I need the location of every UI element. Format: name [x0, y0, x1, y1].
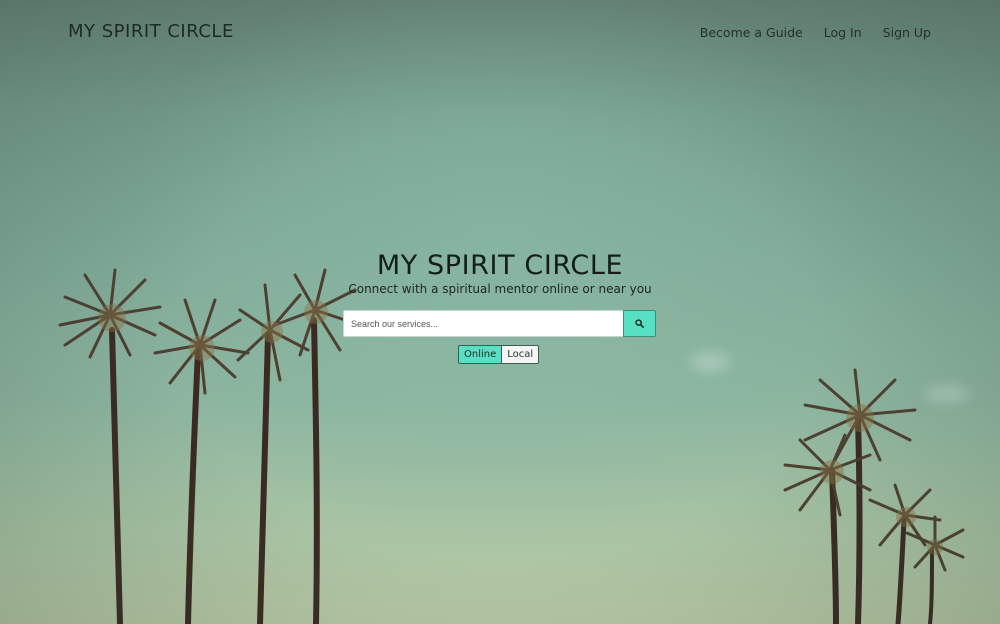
toggle-online[interactable]: Online — [459, 346, 503, 363]
nav-become-a-guide[interactable]: Become a Guide — [700, 25, 803, 40]
toggle-local[interactable]: Local — [502, 346, 538, 363]
hero-content: MY SPIRIT CIRCLE Connect with a spiritua… — [0, 250, 1000, 297]
search-button[interactable] — [623, 310, 656, 337]
mode-toggle: Online Local — [458, 345, 540, 364]
nav-log-in[interactable]: Log In — [824, 25, 862, 40]
top-nav: Become a Guide Log In Sign Up — [700, 25, 931, 40]
nav-sign-up[interactable]: Sign Up — [883, 25, 931, 40]
hero-subtitle: Connect with a spiritual mentor online o… — [348, 282, 652, 296]
search-bar — [343, 310, 656, 337]
brand-logo[interactable]: MY SPIRIT CIRCLE — [68, 21, 234, 42]
search-icon — [635, 319, 644, 328]
hero-title: MY SPIRIT CIRCLE — [376, 250, 624, 281]
search-input[interactable] — [343, 310, 623, 337]
